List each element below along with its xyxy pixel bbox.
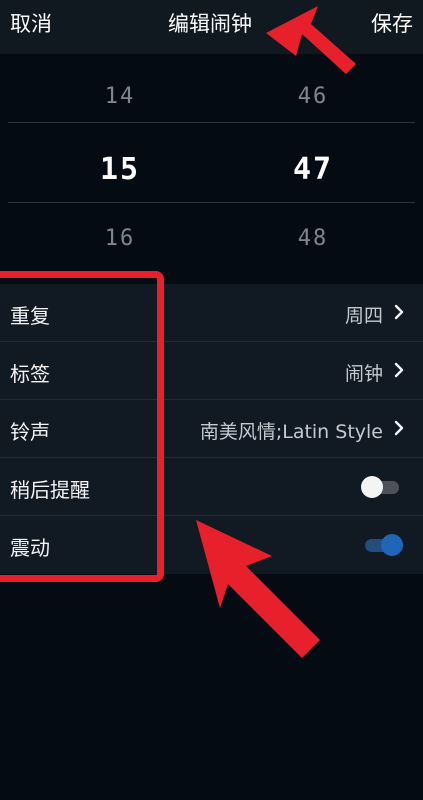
arrow-annotation-top: [266, 6, 356, 74]
annotation-arrows: [196, 6, 356, 658]
arrow-annotation-bottom: [196, 520, 320, 658]
